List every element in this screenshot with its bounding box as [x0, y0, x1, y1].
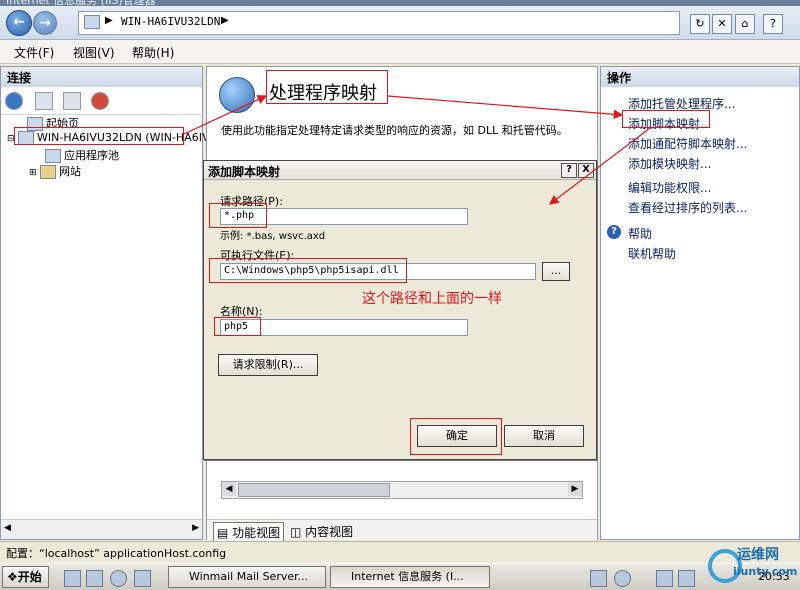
keyboard-icon[interactable]	[590, 570, 607, 587]
server-manager-icon[interactable]	[64, 570, 81, 587]
watermark-title: 运维网	[737, 547, 779, 563]
task-iis[interactable]: Internet 信息服务 (I...	[330, 566, 490, 588]
watermark-url: iiunty.com	[733, 565, 798, 578]
status-text: 配置：“localhost” applicationHost.config	[6, 547, 227, 560]
desktop-icon[interactable]	[86, 570, 103, 587]
ie-icon[interactable]	[110, 570, 127, 587]
site-watermark: 运维网 iiunty.com	[705, 540, 797, 586]
explorer-icon[interactable]	[134, 570, 151, 587]
arrow-title-to-action	[387, 95, 624, 120]
status-bar: 配置：“localhost” applicationHost.config	[0, 541, 800, 563]
taskbar: ❖开始 Winmail Mail Server... Internet 信息服务…	[0, 563, 800, 590]
arrow-action-to-dialog	[549, 127, 651, 205]
start-button[interactable]: ❖开始	[2, 566, 49, 588]
tray-network-icon[interactable]	[656, 570, 673, 587]
tray-help-icon[interactable]	[614, 570, 631, 587]
tray-mail-icon[interactable]	[678, 570, 695, 587]
windows-logo-icon: ❖	[7, 570, 18, 584]
annotation-arrows	[183, 95, 651, 205]
task-winmail[interactable]: Winmail Mail Server...	[168, 566, 326, 588]
arrow-server-to-title	[183, 95, 268, 135]
